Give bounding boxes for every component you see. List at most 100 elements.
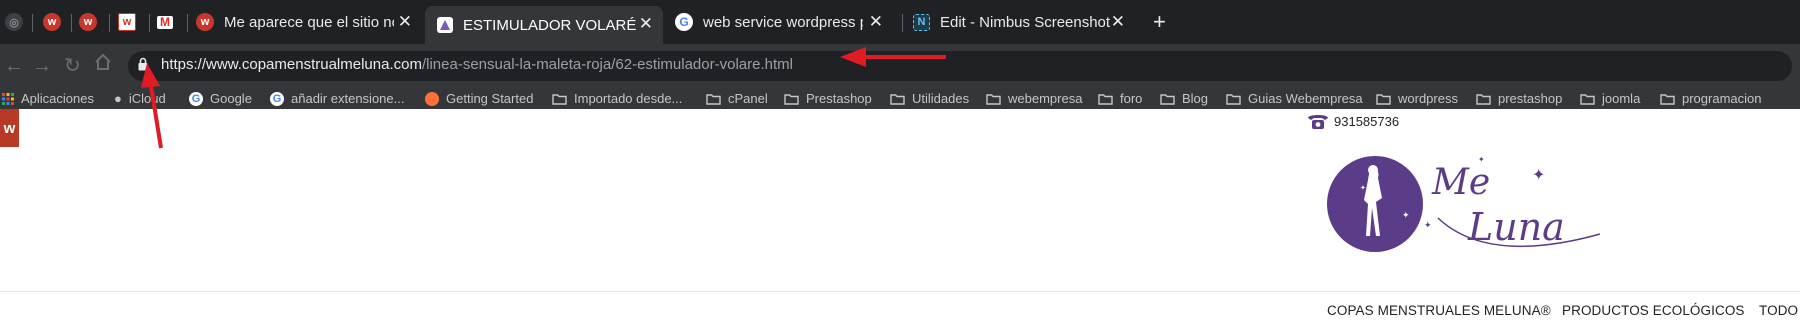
meluna-icon xyxy=(437,17,453,33)
forward-icon[interactable]: → xyxy=(32,54,52,78)
bookmark-cpanel[interactable]: cPanel xyxy=(706,88,768,109)
bookmark-extensiones[interactable]: G añadir extensione... xyxy=(270,88,404,109)
webempresa-icon: w xyxy=(118,13,136,31)
bookmark-webempresa[interactable]: webempresa xyxy=(986,88,1082,109)
tab-separator xyxy=(902,14,903,32)
folder-icon xyxy=(552,93,567,105)
tab-title: Edit - Nimbus Screenshot xyxy=(940,13,1111,31)
bookmark-label: joomla xyxy=(1602,91,1641,106)
nav-productos-ecologicos[interactable]: PRODUCTOS ECOLÓGICOS xyxy=(1562,303,1745,318)
back-icon[interactable]: ← xyxy=(4,54,24,78)
close-tab-icon[interactable]: ✕ xyxy=(398,13,412,31)
bookmark-label: Importado desde... xyxy=(574,91,683,106)
url-path: /linea-sensual-la-maleta-roja/62-estimul… xyxy=(421,56,793,73)
bookmark-prestashop-2[interactable]: prestashop xyxy=(1476,88,1562,109)
tab-separator xyxy=(109,14,110,32)
tab-nimbus[interactable]: N Edit - Nimbus Screenshot ✕ xyxy=(913,6,1135,38)
bookmark-blog[interactable]: Blog xyxy=(1160,88,1208,109)
bookmark-joomla[interactable]: joomla xyxy=(1580,88,1640,109)
bookmark-label: programacion xyxy=(1682,91,1762,106)
bookmark-guias-webempresa[interactable]: Guias Webempresa xyxy=(1226,88,1363,109)
tab-partial[interactable]: ◎ xyxy=(5,6,29,38)
bookmark-label: Utilidades xyxy=(912,91,970,106)
nav-copas-menstruales[interactable]: COPAS MENSTRUALES MELUNA® xyxy=(1327,303,1551,318)
webempresa-icon: w xyxy=(196,13,214,31)
phone-contact[interactable]: 931585736 xyxy=(1306,112,1399,130)
bookmark-getting-started[interactable]: Getting Started xyxy=(425,88,533,109)
tab-separator xyxy=(71,14,72,32)
tab-title: ESTIMULADOR VOLARÉ - Proc xyxy=(463,16,639,34)
reload-icon[interactable]: ↻ xyxy=(64,54,81,78)
tab-webempresa-1[interactable]: w xyxy=(43,6,67,38)
nimbus-icon: N xyxy=(913,13,930,31)
bookmark-foro[interactable]: foro xyxy=(1098,88,1142,109)
bookmark-label: cPanel xyxy=(728,91,768,106)
folder-icon xyxy=(1160,93,1175,105)
bookmark-wordpress[interactable]: wordpress xyxy=(1376,88,1458,109)
folder-icon xyxy=(1476,93,1491,105)
close-tab-icon[interactable]: ✕ xyxy=(1111,13,1125,31)
tab-active-estimulador[interactable]: ESTIMULADOR VOLARÉ - Proc ✕ xyxy=(425,6,663,44)
lock-icon xyxy=(138,57,148,71)
close-tab-icon[interactable]: ✕ xyxy=(869,13,883,31)
nav-todo[interactable]: TODO xyxy=(1759,303,1798,318)
svg-text:✦: ✦ xyxy=(1424,221,1432,231)
meluna-logo[interactable]: ✦ ✦ Me Luna ✦ ✦ ✦ xyxy=(1320,148,1620,260)
bookmark-google[interactable]: G Google xyxy=(189,88,252,109)
folder-icon xyxy=(1580,93,1595,105)
bookmark-label: prestashop xyxy=(1498,91,1563,106)
url-scheme: https:// xyxy=(161,56,207,73)
folder-icon xyxy=(1226,93,1241,105)
folder-icon xyxy=(890,93,905,105)
bookmark-programacion[interactable]: programacion xyxy=(1660,88,1762,109)
tab-title: Me aparece que el sitio no es s xyxy=(224,13,394,31)
tab-webempresa-2[interactable]: w xyxy=(79,6,103,38)
tab-separator xyxy=(187,14,188,32)
webempresa-icon: w xyxy=(79,13,97,31)
tab-webempresa-3[interactable]: w xyxy=(118,6,142,38)
bookmark-prestashop[interactable]: Prestashop xyxy=(784,88,872,109)
folder-icon xyxy=(986,93,1001,105)
bookmark-label: webempresa xyxy=(1008,91,1083,106)
webempresa-toolbar-badge[interactable]: w xyxy=(0,109,19,147)
bookmark-label: Guias Webempresa xyxy=(1248,91,1363,106)
bookmark-icloud[interactable]: ● iCloud xyxy=(114,88,166,109)
tab-webempresa-forum[interactable]: w Me aparece que el sitio no es s ✕ xyxy=(196,6,422,38)
tab-strip: ◎ w w w M w Me aparece que el sitio no e… xyxy=(0,0,1800,44)
google-icon: G xyxy=(675,13,693,31)
tab-google-search[interactable]: G web service wordpress plugin ✕ xyxy=(675,6,893,38)
apps-grid-icon xyxy=(2,92,14,105)
browser-toolbar: ← → ↻ https://www.copamenstrualmeluna.co… xyxy=(0,44,1800,88)
bookmark-label: añadir extensione... xyxy=(291,91,405,106)
folder-icon xyxy=(1098,93,1113,105)
address-bar[interactable]: https://www.copamenstrualmeluna.com/line… xyxy=(128,51,1792,81)
new-tab-button[interactable]: + xyxy=(1153,6,1175,38)
url-host: www.copamenstrualmeluna.com xyxy=(206,56,422,73)
telephone-icon xyxy=(1308,115,1328,129)
svg-text:✦: ✦ xyxy=(1360,184,1366,192)
bookmark-label: Google xyxy=(210,91,252,106)
bookmark-apps[interactable]: Aplicaciones xyxy=(2,88,94,109)
bookmark-label: Aplicaciones xyxy=(21,91,94,106)
phone-number: 931585736 xyxy=(1334,113,1400,129)
google-icon: G xyxy=(189,91,203,106)
home-icon[interactable] xyxy=(94,53,112,77)
bookmark-label: Getting Started xyxy=(446,91,534,106)
gmail-icon: M xyxy=(157,15,173,29)
folder-icon xyxy=(784,93,799,105)
tab-title: web service wordpress plugin xyxy=(703,13,863,31)
apple-icon: ● xyxy=(114,91,122,106)
bookmark-label: foro xyxy=(1120,91,1143,106)
close-tab-icon[interactable]: ✕ xyxy=(639,15,653,33)
bookmark-label: Prestashop xyxy=(806,91,872,106)
bookmark-utilidades[interactable]: Utilidades xyxy=(890,88,969,109)
url-text: https://www.copamenstrualmeluna.com/line… xyxy=(161,56,793,73)
tab-separator xyxy=(149,14,150,32)
svg-text:✦: ✦ xyxy=(1402,211,1410,221)
tab-gmail[interactable]: M xyxy=(157,6,181,38)
bookmark-importado[interactable]: Importado desde... xyxy=(552,88,682,109)
logo-text-me: Me xyxy=(1431,162,1490,203)
folder-icon xyxy=(1660,93,1675,105)
svg-text:✦: ✦ xyxy=(1478,155,1485,164)
google-icon: G xyxy=(270,91,284,106)
